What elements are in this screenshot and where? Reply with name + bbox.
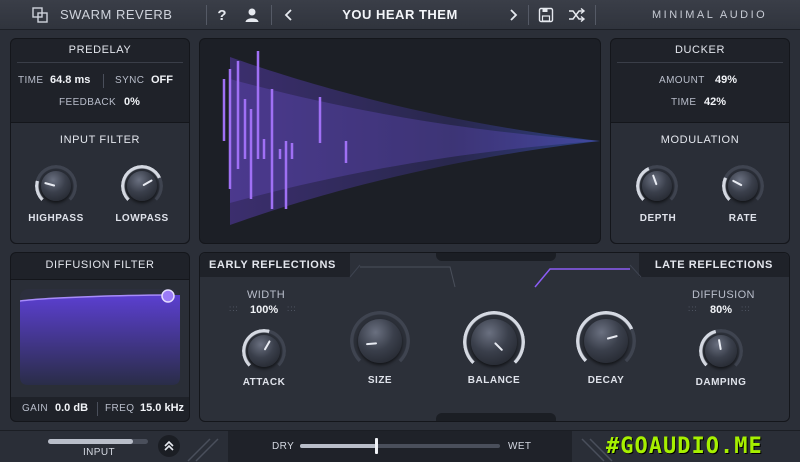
ducker-amount-label: AMOUNT <box>659 75 705 86</box>
modulation-section: MODULATION DEPTH RATE <box>611 122 789 243</box>
damping-knob[interactable] <box>699 329 743 373</box>
rate-knob-body <box>728 171 758 201</box>
diffusion-gain-value[interactable]: 0.0 dB <box>55 402 88 414</box>
watermark: #GOAUDIO.ME <box>606 434 763 459</box>
depth-knob[interactable] <box>636 165 678 207</box>
width-dots-left: ::: <box>229 304 239 313</box>
diffusion-gain-label: GAIN <box>22 403 49 414</box>
dry-wet-slider[interactable] <box>300 438 500 454</box>
early-reflections-title: EARLY REFLECTIONS <box>209 259 336 271</box>
attack-label: ATTACK <box>242 377 286 388</box>
divider <box>595 5 596 25</box>
divider <box>617 62 783 63</box>
decay-knob[interactable] <box>576 311 636 371</box>
late-reflections-title: LATE REFLECTIONS <box>654 259 773 271</box>
diffusion-dots-left: ::: <box>688 304 698 313</box>
highpass-knob-body <box>41 171 71 201</box>
save-icon[interactable] <box>536 4 556 26</box>
filter-handle[interactable] <box>161 289 175 303</box>
decay-knob-body <box>584 319 628 363</box>
predelay-time-label: TIME <box>18 75 44 86</box>
next-preset-icon[interactable] <box>506 4 520 26</box>
ducker-title: DUCKER <box>674 44 726 56</box>
shuffle-icon[interactable] <box>566 4 588 26</box>
size-label: SIZE <box>367 375 393 386</box>
balance-knob[interactable] <box>463 311 525 373</box>
divider <box>103 74 104 88</box>
brand-logo: MINIMAL AUDIO <box>652 9 768 21</box>
user-icon[interactable] <box>242 4 262 26</box>
width-dots-right: ::: <box>287 304 297 313</box>
damping-knob-body <box>705 335 737 367</box>
reflections-panel: EARLY REFLECTIONS LATE REFLECTIONS WIDTH… <box>199 252 790 422</box>
ducker-time-value[interactable]: 42% <box>704 96 726 108</box>
reflection-display <box>222 51 600 225</box>
dry-wet-thumb[interactable] <box>375 438 378 454</box>
lowpass-label: LOWPASS <box>115 213 169 224</box>
preset-name[interactable]: YOU HEAR THEM <box>300 7 500 22</box>
reverb-visualizer <box>199 38 601 244</box>
predelay-sync-label: SYNC <box>115 75 145 86</box>
rate-knob[interactable] <box>722 165 764 207</box>
size-knob-body <box>358 319 402 363</box>
predelay-feedback-value[interactable]: 0% <box>124 96 140 108</box>
input-filter-section: INPUT FILTER HIGHPASS LOWPASS <box>11 122 189 243</box>
predelay-time-value[interactable]: 64.8 ms <box>50 74 90 86</box>
lowpass-knob-body <box>127 171 157 201</box>
diffusion-freq-value[interactable]: 15.0 kHz <box>140 402 184 414</box>
width-label: WIDTH <box>247 289 286 301</box>
footer-bar: INPUT DRY WET #GOAUDIO.ME <box>0 430 800 462</box>
decay-label: DECAY <box>587 375 625 386</box>
diffusion-filter-graph-bg <box>11 279 189 397</box>
diffusion-label: DIFFUSION <box>692 289 755 301</box>
bottom-notch <box>436 413 556 421</box>
highpass-label: HIGHPASS <box>28 213 84 224</box>
balance-label: BALANCE <box>467 375 521 386</box>
diffusion-freq-label: FREQ <box>105 403 135 414</box>
divider <box>271 5 272 25</box>
predelay-sync-value[interactable]: OFF <box>151 74 173 86</box>
dry-label: DRY <box>272 441 295 452</box>
diffusion-dots-right: ::: <box>741 304 751 313</box>
top-bar: SWARM REVERB ? YOU HEAR THEM MINIMAL AUD… <box>0 0 800 30</box>
help-button[interactable]: ? <box>214 4 230 26</box>
divider <box>17 62 183 63</box>
depth-label: DEPTH <box>639 213 677 224</box>
divider <box>528 5 529 25</box>
dry-wet-fill <box>300 444 376 448</box>
width-value[interactable]: 100% <box>250 304 278 316</box>
lowpass-knob[interactable] <box>121 165 163 207</box>
attack-knob-body <box>248 335 280 367</box>
previous-preset-icon[interactable] <box>282 4 296 26</box>
plugin-logo-icon[interactable] <box>30 4 50 26</box>
ducker-amount-value[interactable]: 49% <box>715 74 737 86</box>
attack-knob[interactable] <box>242 329 286 373</box>
ducker-time-label: TIME <box>671 97 697 108</box>
ducker-panel: DUCKER AMOUNT 49% TIME 42% MODULATION DE… <box>610 38 790 244</box>
size-knob[interactable] <box>350 311 410 371</box>
diffusion-filter-panel: DIFFUSION FILTER GAIN 0.0 dB FREQ 15.0 k… <box>10 252 190 422</box>
wet-label: WET <box>508 441 532 452</box>
diffusion-filter-title: DIFFUSION FILTER <box>45 259 155 271</box>
divider <box>206 5 207 25</box>
depth-knob-body <box>642 171 672 201</box>
divider <box>97 402 98 416</box>
input-filter-title: INPUT FILTER <box>59 134 141 146</box>
highpass-knob[interactable] <box>35 165 77 207</box>
damping-label: DAMPING <box>695 377 747 388</box>
modulation-title: MODULATION <box>660 134 740 146</box>
diffusion-value[interactable]: 80% <box>710 304 732 316</box>
predelay-panel: PREDELAY TIME 64.8 ms SYNC OFF FEEDBACK … <box>10 38 190 244</box>
predelay-title: PREDELAY <box>68 44 132 56</box>
rate-label: RATE <box>728 213 758 224</box>
diffusion-filter-graph[interactable] <box>20 289 180 385</box>
plugin-name: SWARM REVERB <box>60 7 173 22</box>
predelay-feedback-label: FEEDBACK <box>59 97 117 108</box>
